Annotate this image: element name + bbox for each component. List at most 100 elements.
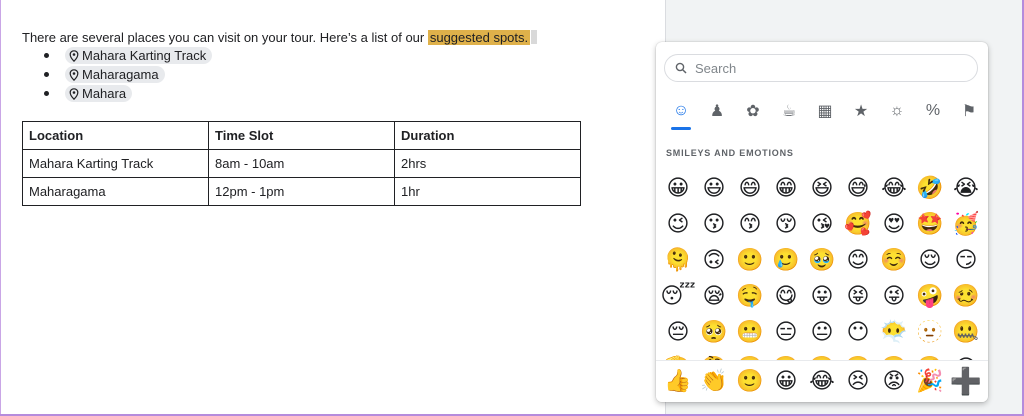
emoji-button[interactable]: 😏 (948, 242, 984, 278)
emoji-button[interactable]: 🫡 (660, 350, 696, 361)
emoji-button[interactable]: 🤤 (732, 278, 768, 314)
emoji-button[interactable]: 😅 (840, 170, 876, 206)
table-cell[interactable]: Maharagama (22, 177, 209, 206)
table-cell[interactable]: 8am - 10am (208, 149, 395, 178)
recent-emoji-button[interactable]: 😡 (876, 364, 912, 400)
emoji-button[interactable]: 🙂 (732, 242, 768, 278)
emoji-button[interactable]: 🤣 (912, 170, 948, 206)
emoji-button[interactable]: 🥴 (948, 278, 984, 314)
table-cell[interactable]: 2hrs (394, 149, 581, 178)
emoji-button[interactable]: 🤩 (912, 206, 948, 242)
place-chip[interactable]: Mahara Karting Track (65, 47, 213, 64)
emoji-button[interactable]: 😪 (696, 278, 732, 314)
emoji-search-input[interactable] (693, 59, 957, 77)
recent-emoji-button[interactable]: 🙂 (732, 364, 768, 400)
emoji-button[interactable]: 😴 (660, 278, 696, 314)
emoji-button[interactable]: 😙 (732, 206, 768, 242)
tab-objects[interactable]: ☼ (886, 100, 908, 122)
tab-people[interactable]: ♟ (706, 100, 728, 122)
schedule-table[interactable]: Location Time Slot Duration Mahara Karting… (22, 121, 581, 206)
emoji-button[interactable]: 🤫 (732, 350, 768, 361)
tab-activities[interactable]: ★ (850, 100, 872, 122)
emoji-button[interactable]: 😉 (660, 206, 696, 242)
emoji-button[interactable]: 🥳 (948, 206, 984, 242)
emoji-button[interactable]: 😊 (840, 242, 876, 278)
emoji-button[interactable]: 😘 (804, 206, 840, 242)
place-chip[interactable]: Maharagama (65, 66, 165, 83)
emoji-button[interactable]: 🫢 (768, 350, 804, 361)
emoji-button[interactable]: 😑 (768, 314, 804, 350)
tab-animals[interactable]: ✿ (742, 100, 764, 122)
table-cell[interactable]: 12pm - 1pm (208, 177, 395, 206)
emoji-button[interactable]: 😍 (876, 206, 912, 242)
recent-emoji-button[interactable]: 😂 (804, 364, 840, 400)
emoji-button[interactable]: 😱 (948, 350, 984, 361)
emoji-button[interactable]: 😔 (660, 314, 696, 350)
emoji-button[interactable]: 🥱 (840, 350, 876, 361)
bullet-icon (44, 53, 49, 58)
emoji-button[interactable]: 😐 (804, 314, 840, 350)
emoji-button[interactable]: 😗 (696, 206, 732, 242)
recent-emoji-button[interactable]: 👍 (660, 364, 696, 400)
emoji-search-box[interactable] (664, 54, 978, 82)
emoji-button[interactable]: 😭 (948, 170, 984, 206)
emoji-button[interactable]: 😬 (732, 314, 768, 350)
emoji-button[interactable]: 😆 (804, 170, 840, 206)
place-chip-label: Mahara (82, 86, 127, 101)
intro-paragraph[interactable]: There are several places you can visit o… (22, 30, 642, 46)
emoji-button[interactable]: 🤪 (912, 278, 948, 314)
emoji-button[interactable]: 🫣 (912, 350, 948, 361)
list-item: Mahara (22, 84, 642, 103)
emoji-button[interactable]: 🥹 (804, 242, 840, 278)
person-icon: ♟ (709, 103, 725, 120)
tab-smileys[interactable]: ☺ (670, 100, 692, 130)
emoji-button[interactable]: 🤭 (804, 350, 840, 361)
tab-travel[interactable]: ▦ (814, 100, 836, 122)
search-icon (675, 62, 687, 74)
emoji-button[interactable]: 😃 (696, 170, 732, 206)
recent-emoji-button[interactable]: 😀 (768, 364, 804, 400)
emoji-button[interactable]: 😝 (840, 278, 876, 314)
table-cell[interactable]: Mahara Karting Track (22, 149, 209, 178)
emoji-button[interactable]: 😜 (876, 278, 912, 314)
emoji-button[interactable]: 😌 (912, 242, 948, 278)
emoji-button[interactable]: 😄 (732, 170, 768, 206)
emoji-button[interactable]: 🫠 (660, 242, 696, 278)
place-chip[interactable]: Mahara (65, 85, 133, 102)
recent-emoji-button[interactable]: 🎉 (912, 364, 948, 400)
emoji-button[interactable]: 🥲 (768, 242, 804, 278)
add-emoji-button[interactable]: ➕ (948, 364, 984, 400)
table-cell[interactable]: 1hr (394, 177, 581, 206)
highlighted-text[interactable]: suggested spots. (427, 30, 531, 45)
emoji-button[interactable]: 😶‍🌫️ (876, 314, 912, 350)
emoji-button[interactable]: 🙃 (696, 242, 732, 278)
emoji-button[interactable]: 😛 (804, 278, 840, 314)
intro-text: There are several places you can visit o… (22, 30, 428, 45)
emoji-grid-scroll[interactable]: 😀 😃 😄 😁 😆 😅 😂 🤣 😭 😉 😗 😙 😚 😘 🥰 😍 🤩 🥳 🫠 🙃 🙂 🥲 🥹 😊 ☺️ 😌 😏 😴 😪 🤤 😋 😛 😝 😜 🤪 🥴 😔 🥺 😬… (660, 170, 984, 361)
column-header[interactable]: Location (22, 121, 209, 150)
column-header[interactable]: Duration (394, 121, 581, 150)
smiley-icon: ☺ (672, 102, 690, 119)
emoji-button[interactable]: 😚 (768, 206, 804, 242)
column-header[interactable]: Time Slot (208, 121, 395, 150)
places-bullet-list: Mahara Karting Track Maharagama Mahara (22, 46, 642, 103)
emoji-button[interactable]: 🤗 (876, 350, 912, 361)
emoji-button[interactable]: 😁 (768, 170, 804, 206)
emoji-button[interactable]: 🥰 (840, 206, 876, 242)
tab-flags[interactable]: ⚑ (958, 100, 980, 122)
emoji-button[interactable]: 🫥 (912, 314, 948, 350)
tab-food[interactable]: ☕ (778, 100, 800, 122)
tab-symbols[interactable]: % (922, 100, 944, 122)
emoji-button[interactable]: 😋 (768, 278, 804, 314)
recent-emoji-button[interactable]: 👏 (696, 364, 732, 400)
recent-emoji-button[interactable]: 😣 (840, 364, 876, 400)
emoji-button[interactable]: 😶 (840, 314, 876, 350)
document-body[interactable]: There are several places you can visit o… (22, 30, 642, 103)
emoji-button[interactable]: 🥺 (696, 314, 732, 350)
emoji-button[interactable]: 😂 (876, 170, 912, 206)
emoji-button[interactable]: ☺️ (876, 242, 912, 278)
emoji-button[interactable]: 🤐 (948, 314, 984, 350)
emoji-button[interactable]: 🤔 (696, 350, 732, 361)
emoji-button[interactable]: 😀 (660, 170, 696, 206)
recent-emoji-bar: 👍 👏 🙂 😀 😂 😣 😡 🎉 ➕ (656, 360, 988, 402)
